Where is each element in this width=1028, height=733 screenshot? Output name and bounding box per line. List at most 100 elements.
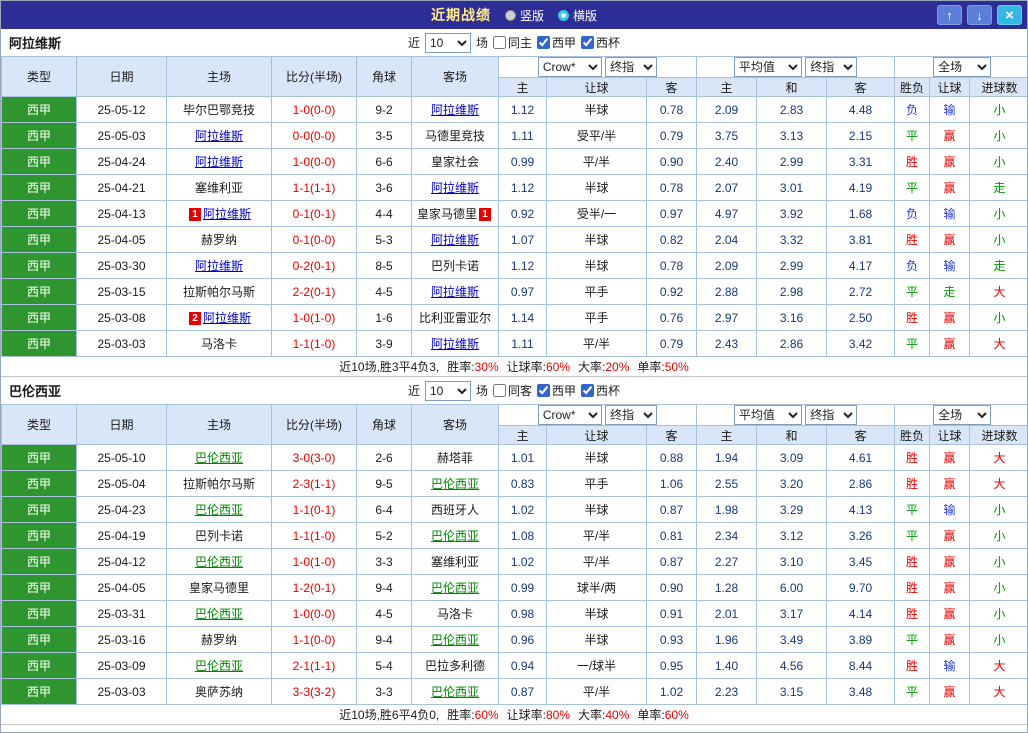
euro-home-odds-cell: 1.96 — [696, 626, 758, 653]
team-name[interactable]: 阿拉维斯 — [431, 233, 479, 247]
euro-away-odds-cell: 3.45 — [826, 548, 896, 575]
team-name[interactable]: 巴伦西亚 — [431, 633, 479, 647]
team-name[interactable]: 巴伦西亚 — [195, 607, 243, 621]
cup-checkbox[interactable] — [581, 384, 595, 397]
team-name[interactable]: 阿拉维斯 — [203, 207, 251, 221]
same-venue-label: 同主 — [507, 36, 532, 50]
section-header-bar: 巴伦西亚 近 10 场 同客 西甲 西杯 — [1, 377, 1027, 404]
asia-away-odds-cell: 1.02 — [645, 678, 698, 705]
team-name: 奥萨苏纳 — [194, 685, 243, 699]
average-select[interactable]: 平均值 — [733, 405, 802, 425]
away-team-cell: 西班牙人 — [411, 496, 499, 523]
league-cell: 西甲 — [1, 652, 77, 679]
goals-result-cell: 大 — [969, 652, 1027, 679]
away-col-header: 客场 — [411, 56, 499, 97]
home-team-cell: 巴伦西亚 — [166, 496, 272, 523]
titlebar-buttons: ↑ ↓ × — [937, 5, 1022, 25]
away-team-cell: 巴伦西亚 — [411, 470, 499, 497]
team-name[interactable]: 巴伦西亚 — [195, 451, 243, 465]
league-checkbox[interactable] — [537, 384, 550, 397]
cup-filter[interactable]: 西杯 — [581, 382, 620, 399]
corner-cell: 1-6 — [356, 304, 412, 331]
team-name[interactable]: 巴伦西亚 — [195, 503, 243, 517]
horizontal-layout-radio[interactable]: 横版 — [558, 7, 597, 24]
euro-final-select[interactable]: 终指 — [805, 405, 858, 425]
results-tbody: 西甲 25-05-10 巴伦西亚 3-0(3-0) 2-6 赫塔菲 1.01 半球 0.88 1.… — [1, 444, 1027, 705]
score-cell: 2-1(1-1) — [271, 652, 357, 679]
team-name[interactable]: 巴伦西亚 — [195, 659, 243, 673]
league-cell: 西甲 — [1, 122, 77, 149]
league-cell: 西甲 — [1, 470, 77, 497]
away-team-cell: 阿拉维斯 — [411, 330, 499, 357]
asia-final-select[interactable]: 终指 — [605, 405, 658, 425]
corner-cell: 6-4 — [356, 496, 412, 523]
team-name[interactable]: 巴伦西亚 — [431, 529, 479, 543]
team-name[interactable]: 阿拉维斯 — [431, 103, 479, 117]
same-venue-filter[interactable]: 同主 — [492, 34, 532, 51]
same-venue-checkbox[interactable] — [492, 384, 506, 397]
team-name[interactable]: 巴伦西亚 — [195, 555, 243, 569]
team-name[interactable]: 阿拉维斯 — [431, 181, 479, 195]
result-cell: 平 — [894, 626, 931, 653]
match-row: 西甲 25-04-19 巴列卡诺 1-1(1-0) 5-2 巴伦西亚 1.08 平/半 0.81… — [1, 522, 1027, 549]
bookmaker-select[interactable]: Crow* — [537, 57, 602, 77]
close-button[interactable]: × — [997, 5, 1022, 25]
away-team-cell: 阿拉维斯 — [411, 96, 499, 123]
average-select[interactable]: 平均值 — [733, 57, 802, 77]
games-count-select[interactable]: 10 — [424, 32, 471, 53]
euro-away-odds-cell: 4.19 — [826, 174, 896, 201]
match-row: 西甲 25-03-03 马洛卡 1-1(1-0) 3-9 阿拉维斯 1.11 平/半 0.79 2… — [1, 330, 1027, 357]
cup-label: 西杯 — [596, 36, 621, 50]
away-team-cell: 皇家马德里 1 — [411, 200, 499, 227]
corner-cell: 9-2 — [356, 96, 412, 123]
asia-final-select[interactable]: 终指 — [605, 57, 658, 77]
away-team-cell: 比利亚雷亚尔 — [411, 304, 499, 331]
summary-stat-label: 胜率: — [447, 708, 475, 722]
cup-filter[interactable]: 西杯 — [581, 34, 620, 51]
summary-stat-value: 30% — [474, 360, 499, 374]
match-row: 西甲 25-05-10 巴伦西亚 3-0(3-0) 2-6 赫塔菲 1.01 半球 0.88 1.… — [1, 444, 1027, 471]
team-name[interactable]: 阿拉维斯 — [203, 311, 251, 325]
score-cell: 1-1(1-0) — [271, 522, 357, 549]
corner-cell: 3-3 — [356, 548, 412, 575]
scroll-down-button[interactable]: ↓ — [967, 5, 992, 25]
date-cell: 25-05-12 — [76, 96, 167, 123]
euro-home-odds-cell: 2.88 — [696, 278, 758, 305]
vertical-layout-radio[interactable]: 竖版 — [504, 7, 544, 24]
summary-bar: 近10场,胜6平4负0, 胜率:60% 让球率:80% 大率:40% 单率:60% — [1, 705, 1027, 725]
league-filter[interactable]: 西甲 — [537, 34, 576, 51]
scope-select[interactable]: 全场 — [933, 405, 992, 425]
handicap-result-col-header: 让球 — [929, 425, 971, 445]
match-row: 西甲 25-03-16 赫罗纳 1-1(0-0) 9-4 巴伦西亚 0.96 半球 0.93 1.… — [1, 626, 1027, 653]
euro-away-odds-cell: 9.70 — [826, 574, 896, 601]
team-name[interactable]: 阿拉维斯 — [431, 285, 479, 299]
away-team-cell: 马洛卡 — [411, 600, 499, 627]
away-team-cell: 巴伦西亚 — [411, 678, 499, 705]
scope-select[interactable]: 全场 — [933, 57, 992, 77]
team-name[interactable]: 阿拉维斯 — [195, 155, 243, 169]
league-checkbox[interactable] — [537, 36, 550, 49]
euro-draw-col-header: 和 — [756, 425, 828, 445]
date-cell: 25-04-21 — [76, 174, 167, 201]
team-name[interactable]: 巴伦西亚 — [431, 581, 479, 595]
games-count-select[interactable]: 10 — [424, 380, 471, 401]
same-venue-checkbox[interactable] — [492, 36, 506, 49]
home-team-cell: 巴列卡诺 — [166, 522, 272, 549]
league-filter[interactable]: 西甲 — [537, 382, 576, 399]
team-name[interactable]: 巴伦西亚 — [431, 685, 479, 699]
scroll-up-button[interactable]: ↑ — [937, 5, 962, 25]
euro-home-odds-cell: 1.28 — [696, 574, 758, 601]
cup-checkbox[interactable] — [581, 36, 595, 49]
euro-final-select[interactable]: 终指 — [805, 57, 858, 77]
euro-home-odds-cell: 2.43 — [696, 330, 758, 357]
team-name[interactable]: 巴伦西亚 — [431, 477, 479, 491]
match-row: 西甲 25-03-08 2 阿拉维斯 1-0(1-0) 1-6 比利亚雷亚尔 1.14 平手 0.… — [1, 304, 1027, 331]
corner-cell: 9-4 — [356, 626, 412, 653]
team-name[interactable]: 阿拉维斯 — [195, 259, 243, 273]
league-cell: 西甲 — [1, 548, 77, 575]
bookmaker-select[interactable]: Crow* — [537, 405, 602, 425]
same-venue-filter[interactable]: 同客 — [492, 382, 532, 399]
asia-away-odds-cell: 0.91 — [645, 600, 698, 627]
team-name[interactable]: 阿拉维斯 — [431, 337, 479, 351]
team-name[interactable]: 阿拉维斯 — [195, 129, 243, 143]
